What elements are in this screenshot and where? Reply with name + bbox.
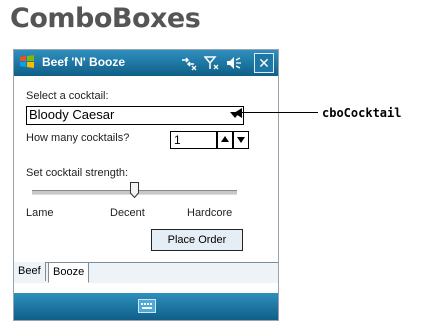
window-title: Beef 'N' Booze xyxy=(42,55,126,69)
menu-bar xyxy=(14,293,278,320)
title-bar: Beef 'N' Booze ✕ xyxy=(14,50,278,76)
close-button[interactable]: ✕ xyxy=(254,53,274,73)
tick-label-lame: Lame xyxy=(26,207,54,219)
callout-arrow-icon xyxy=(234,108,242,118)
strength-slider-thumb[interactable] xyxy=(130,182,139,198)
callout-label: cboCocktail xyxy=(322,106,402,120)
tab-beef[interactable]: Beef xyxy=(14,262,46,281)
tab-booze[interactable]: Booze xyxy=(48,262,90,283)
tick-label-hardcore: Hardcore xyxy=(187,207,233,219)
callout-line xyxy=(238,112,318,113)
quantity-label: How many cocktails? xyxy=(26,132,130,144)
device-screen: Beef 'N' Booze ✕ Select a cocktail: Bloo… xyxy=(13,49,279,321)
page-heading: ComboBoxes xyxy=(10,3,201,34)
cocktail-combobox-value: Bloody Caesar xyxy=(29,107,115,122)
quantity-up-button[interactable] xyxy=(217,131,233,149)
quantity-down-button[interactable] xyxy=(233,131,249,149)
volume-icon[interactable] xyxy=(226,55,242,71)
tick-label-decent: Decent xyxy=(110,207,145,219)
quantity-input[interactable]: 1 xyxy=(170,131,217,149)
arrow-up-icon xyxy=(221,136,229,142)
signal-icon[interactable] xyxy=(204,55,220,71)
connectivity-icon[interactable] xyxy=(180,55,198,71)
arrow-down-icon xyxy=(237,137,245,143)
strength-label: Set cocktail strength: xyxy=(26,167,129,179)
cocktail-label: Select a cocktail: xyxy=(26,90,109,102)
keyboard-icon[interactable] xyxy=(138,299,156,313)
cocktail-combobox[interactable]: Bloody Caesar xyxy=(26,106,244,125)
windows-start-icon[interactable] xyxy=(19,54,35,70)
place-order-button[interactable]: Place Order xyxy=(151,229,243,251)
tab-strip: Beef Booze xyxy=(14,262,278,283)
